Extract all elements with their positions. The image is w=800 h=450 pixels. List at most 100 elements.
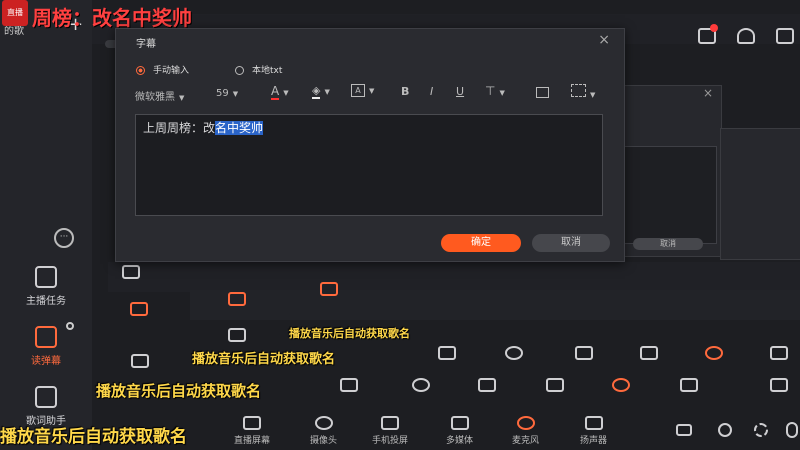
ghost-lyrics-icon: [131, 354, 149, 371]
ghost-danmaku-icon: [130, 302, 148, 319]
chevron-down-icon: ▼: [590, 91, 596, 99]
mode-manual-radio[interactable]: 手动输入: [136, 63, 189, 76]
bottom-label: 多媒体: [446, 436, 474, 446]
overlay-title: 周榜：改名中奖帅: [32, 6, 192, 30]
sidebar-item-label: 读弹幕: [31, 356, 61, 367]
ghost-camera-icon: [505, 346, 523, 363]
font-value: 微软雅黑: [135, 92, 175, 103]
sidebar: 的歌 + ··· 主播任务 读弹幕 歌词助手: [0, 0, 92, 450]
mic-small-icon[interactable]: [786, 422, 798, 438]
ghost-speaker-icon: [770, 346, 788, 363]
ghost-row-1: [108, 262, 800, 292]
ghost-media-icon: [640, 346, 658, 363]
spacing-button[interactable]: ⊤ ▼: [485, 84, 505, 98]
chevron-down-icon: ▼: [324, 88, 330, 96]
close-icon: ×: [702, 86, 713, 100]
spacing-icon: ⊤: [485, 84, 496, 98]
chevron-down-icon: ▼: [179, 94, 185, 102]
bottom-label: 摄像头: [310, 436, 338, 446]
ghost-textarea: [623, 146, 717, 244]
chevron-down-icon: ▼: [283, 89, 289, 97]
ghost-video-icon: [770, 378, 788, 395]
ghost-speaker-icon-2: [680, 378, 698, 395]
more-icon[interactable]: ···: [54, 228, 74, 248]
bottom-bar: 直播屏幕 摄像头 手机投屏 多媒体 麦克风 扬声器: [230, 414, 800, 450]
settings-icon[interactable]: [754, 423, 768, 437]
highlight-button[interactable]: ◈ ▼: [312, 84, 330, 99]
phone-cast-button[interactable]: 手机投屏: [372, 416, 408, 446]
ghost-cancel-button: 取消: [633, 238, 703, 250]
record-icon[interactable]: [676, 424, 692, 436]
underline-button[interactable]: U: [456, 85, 464, 98]
notification-dot: [710, 24, 718, 32]
stroke-icon: A: [351, 84, 365, 97]
ghost-danmaku-icon-2: [228, 292, 246, 309]
caption-echo-2: 播放音乐后自动获取歌名: [96, 382, 262, 400]
sidebar-item-danmaku[interactable]: 读弹幕: [0, 326, 92, 367]
dialog-title: 字幕: [136, 39, 156, 50]
mode-manual-label: 手动输入: [153, 66, 190, 76]
chevron-down-icon: ▼: [232, 90, 239, 98]
speaker-icon: [584, 416, 603, 430]
align-button[interactable]: ▼: [571, 84, 595, 100]
speaker-button[interactable]: 扬声器: [580, 416, 607, 446]
logo: 直播: [2, 0, 28, 26]
size-select[interactable]: 59 ▼: [216, 88, 238, 99]
ghost-dialog: × 取消: [610, 85, 722, 257]
microphone-button[interactable]: 麦克风: [512, 416, 539, 446]
mode-txt-radio[interactable]: 本地txt: [235, 63, 282, 76]
bottom-label: 手机投屏: [372, 436, 409, 446]
sidebar-item-task[interactable]: 主播任务: [0, 266, 92, 307]
ghost-lyrics-icon-2: [228, 328, 246, 345]
multimedia-button[interactable]: 多媒体: [446, 416, 473, 446]
ghost-screen-icon-2: [340, 378, 358, 395]
ghost-row-2: [190, 290, 800, 320]
cancel-button[interactable]: 取消: [532, 234, 610, 252]
subtitle-textarea[interactable]: 上周周榜：改名中奖帅: [135, 114, 603, 216]
align-icon: [571, 84, 586, 97]
phone-cast-icon: [381, 416, 399, 430]
size-value: 59: [216, 88, 229, 99]
ghost-mic-icon-2: [612, 378, 630, 395]
task-icon: [35, 266, 57, 288]
close-icon[interactable]: ×: [598, 32, 610, 48]
ghost-camera-icon-2: [412, 378, 430, 395]
radio-icon: [136, 66, 145, 75]
text-color-icon: A: [271, 84, 280, 100]
subtitle-dialog: 字幕 × 手动输入 本地txt 微软雅黑 ▼ 59 ▼ A ▼ ◈ ▼ A ▼ B I U…: [115, 28, 625, 262]
ghost-phone-icon: [575, 346, 593, 363]
sidebar-item-label: 主播任务: [26, 296, 66, 307]
gear-icon[interactable]: [66, 322, 74, 330]
ghost-dialog-2: [720, 128, 800, 260]
ghost-media-icon-2: [546, 378, 564, 395]
lock-icon[interactable]: [737, 28, 755, 44]
text-before: 上周周榜：改: [143, 121, 216, 135]
font-select[interactable]: 微软雅黑 ▼: [135, 88, 184, 103]
bold-button[interactable]: B: [401, 85, 409, 98]
ok-button[interactable]: 确定: [441, 234, 521, 252]
screen-icon[interactable]: [776, 28, 794, 44]
ghost-task-icon: [122, 265, 140, 282]
chevron-down-icon: ▼: [499, 89, 505, 97]
camera-button[interactable]: 摄像头: [310, 416, 337, 446]
caption-echo-3: 播放音乐后自动获取歌名: [192, 352, 336, 367]
beauty-icon[interactable]: [718, 423, 732, 437]
image-icon[interactable]: [536, 87, 549, 98]
sidebar-item-lyrics[interactable]: 歌词助手: [0, 386, 92, 427]
camera-icon: [314, 416, 333, 430]
text-color-button[interactable]: A ▼: [271, 84, 289, 100]
bottom-label: 直播屏幕: [234, 436, 271, 446]
caption-main: 播放音乐后自动获取歌名: [0, 427, 187, 447]
ghost-phone-icon-2: [478, 378, 496, 395]
text-selected: 名中奖帅: [215, 121, 264, 135]
lyrics-icon: [35, 386, 57, 408]
multimedia-icon: [450, 416, 469, 430]
ghost-screen-icon: [438, 346, 456, 363]
bottom-label: 扬声器: [580, 436, 608, 446]
screen-share-button[interactable]: 直播屏幕: [234, 416, 270, 446]
caption-echo-4: 播放音乐后自动获取歌名: [289, 327, 410, 340]
microphone-icon: [516, 416, 535, 430]
ghost-mic-icon: [705, 346, 723, 363]
italic-button[interactable]: I: [430, 85, 433, 98]
stroke-button[interactable]: A ▼: [351, 84, 374, 97]
